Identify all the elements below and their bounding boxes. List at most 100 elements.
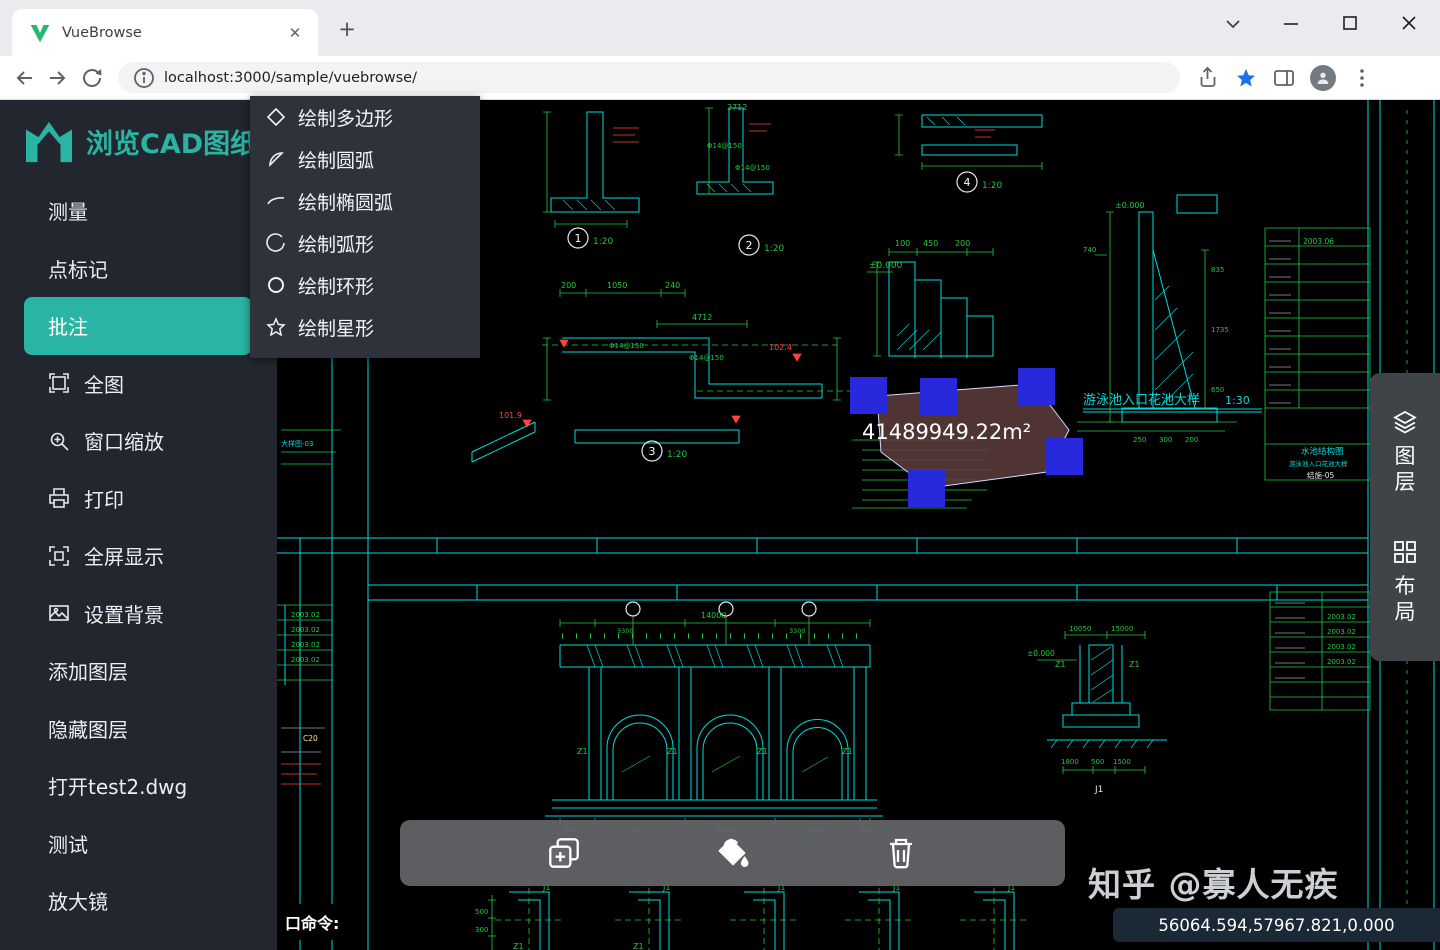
cad-label: J1 [1094,785,1103,795]
selection-handle[interactable] [920,378,957,415]
delete-button[interactable] [879,831,923,875]
submenu-item-label: 绘制多边形 [298,104,393,131]
submenu-draw-polygon[interactable]: 绘制多边形 [250,96,480,138]
command-prompt[interactable]: 口命令: [279,904,345,940]
selection-handle[interactable] [1046,438,1083,475]
cad-label: 结施-05 [1307,470,1334,480]
back-icon[interactable] [12,66,36,90]
cad-label: 3300 [617,627,634,635]
right-dock: 图层 布局 [1370,373,1440,661]
sidebar-item-annotate[interactable]: 批注 [24,297,252,355]
fullscreen-icon [48,545,70,567]
tab-search-chevron-icon[interactable] [1210,6,1256,40]
forward-icon[interactable] [46,66,70,90]
sidebar-item-test[interactable]: 测试 [0,815,277,873]
cad-label: 大样图-03 [281,439,313,448]
cad-label: 15000 [1111,625,1133,633]
window-maximize-button[interactable] [1327,6,1373,40]
side-panel-icon[interactable] [1272,66,1296,90]
layers-button[interactable]: 图层 [1392,409,1418,496]
duplicate-button[interactable] [542,831,586,875]
sidebar-item-point-marker[interactable]: 点标记 [0,240,277,298]
browser-tab[interactable]: VueBrowse ✕ [12,9,318,56]
fill-color-button[interactable] [710,831,754,875]
tab-close-icon[interactable]: ✕ [284,22,306,44]
cad-label: ±0.000 [1115,201,1145,210]
selection-handle[interactable] [850,377,887,414]
submenu-item-label: 绘制不规则多边形 [298,356,450,359]
vuebrowse-favicon [28,21,52,45]
cad-label: 1800 [1061,758,1079,766]
sidebar-item-magnifier[interactable]: 放大镜 [0,872,277,930]
bookmark-star-icon[interactable] [1234,66,1258,90]
cad-label: 3300 [789,627,806,635]
selection-handle[interactable] [1018,368,1055,405]
window-minimize-button[interactable] [1268,6,1314,40]
cad-label: 2003.02 [291,641,320,649]
sidebar-item-fullscreen[interactable]: 全屏显示 [0,527,277,585]
cad-label: 4712 [692,313,712,322]
person-icon [1315,70,1331,86]
new-tab-button[interactable]: + [334,16,360,42]
cad-label: ±0.000 [869,261,903,271]
menu-kebab-icon[interactable] [1350,66,1374,90]
sidebar-item-label: 打开test2.dwg [48,771,187,800]
sidebar-item-open-test2[interactable]: 打开test2.dwg [0,757,277,815]
ring-icon [266,275,286,295]
submenu-draw-arc-shape[interactable]: 绘制弧形 [250,222,480,264]
sidebar-item-hide-layer[interactable]: 隐藏图层 [0,700,277,758]
layout-button[interactable]: 布局 [1392,539,1418,626]
submenu-draw-star[interactable]: 绘制星形 [250,306,480,348]
submenu-draw-irregular-polygon[interactable]: 绘制不规则多边形 [250,348,480,358]
sidebar-item-full-view[interactable]: 全图 [0,355,277,413]
cad-label: 2003.02 [291,656,320,664]
sidebar-item-label: 测量 [48,196,88,225]
reload-icon[interactable] [80,66,104,90]
profile-avatar[interactable] [1310,65,1336,91]
cad-label: 740 [1083,246,1096,254]
sidebar-item-window-zoom[interactable]: 窗口缩放 [0,412,277,470]
cad-label: 100 [895,239,910,248]
cad-label: 450 [923,239,938,248]
share-icon[interactable] [1196,66,1220,90]
printer-icon [48,487,70,509]
image-icon [48,602,70,624]
arc-shape-icon [266,233,286,253]
layers-icon [1392,409,1418,435]
star-icon [266,317,286,337]
sidebar-item-label: 设置背景 [84,599,164,628]
cad-label: 101.9 [499,411,522,420]
cad-label: 1:20 [593,237,613,247]
screen: VueBrowse ✕ + localhost:3000/sample/vueb… [0,0,1440,950]
zoom-icon [48,430,70,452]
trash-icon [883,835,919,871]
submenu-item-label: 绘制环形 [298,272,374,299]
url-field[interactable]: localhost:3000/sample/vuebrowse/ [118,62,1180,93]
sidebar-item-measure[interactable]: 测量 [0,182,277,240]
browser-tabstrip: VueBrowse ✕ + [0,0,1440,56]
sidebar-item-print[interactable]: 打印 [0,470,277,528]
sidebar-item-label: 放大镜 [48,886,108,915]
site-info-icon[interactable] [132,66,156,90]
cad-label: 2003.02 [1327,613,1356,621]
cad-label: C20 [303,734,318,743]
cad-label: 102.4 [769,343,792,352]
submenu-draw-arc[interactable]: 绘制圆弧 [250,138,480,180]
app-logo: 浏览CAD图纸 [0,100,277,174]
sidebar-item-add-layer[interactable]: 添加图层 [0,642,277,700]
window-close-button[interactable] [1386,6,1432,40]
submenu-draw-ellipse-arc[interactable]: 绘制椭圆弧 [250,180,480,222]
cad-label: 2003.02 [1327,658,1356,666]
layout-grid-icon [1392,539,1418,565]
sidebar-item-set-background[interactable]: 设置背景 [0,585,277,643]
area-measurement-label: 41489949.22m² [862,420,1031,444]
cad-label: 200 [955,239,970,248]
polygon-icon [266,107,286,127]
arc-icon [266,149,286,169]
address-bar: localhost:3000/sample/vuebrowse/ [0,56,1440,100]
cad-label: 1500 [1113,758,1131,766]
selection-handle[interactable] [908,470,945,507]
submenu-draw-ring[interactable]: 绘制环形 [250,264,480,306]
cad-label: 10050 [1069,625,1091,633]
cad-label: 3 [649,445,656,458]
